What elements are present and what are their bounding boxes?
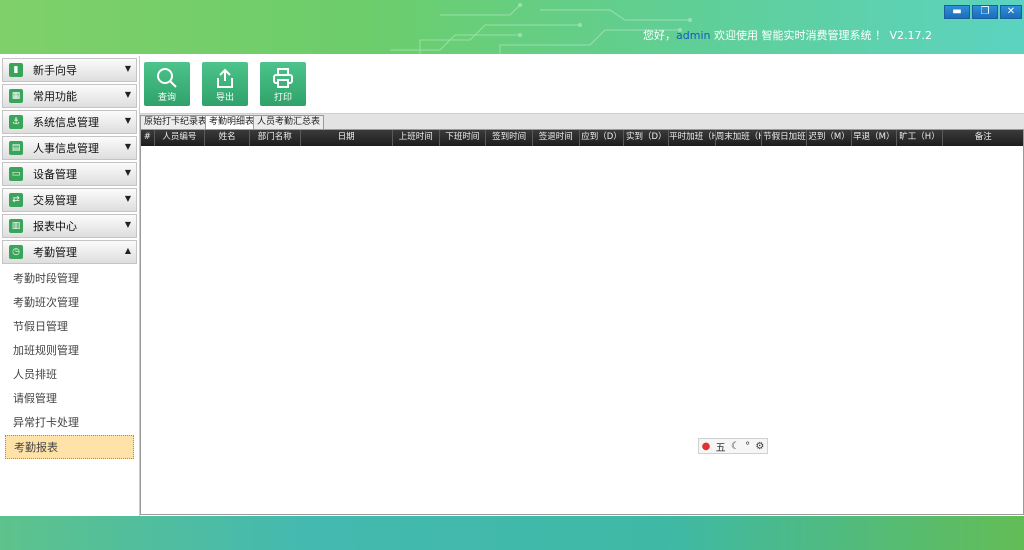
column-header[interactable]: 上班时间: [393, 130, 440, 146]
submenu-item[interactable]: 考勤班次管理: [0, 291, 139, 315]
moon-icon[interactable]: ☾: [731, 441, 740, 452]
menu-label: 报表中心: [33, 220, 77, 233]
minimize-icon: ▬: [952, 6, 962, 17]
anchor-icon: ⚓: [9, 115, 23, 129]
bar-chart-icon: ▥: [9, 219, 23, 233]
chevron-down-icon: ▼: [124, 168, 131, 177]
column-header[interactable]: 应到（D）: [580, 130, 625, 146]
menu-common-functions[interactable]: ▦ 常用功能 ▼: [2, 84, 137, 108]
menu-label: 常用功能: [33, 90, 77, 103]
menu-label: 人事信息管理: [33, 142, 99, 155]
export-label: 导出: [215, 93, 234, 103]
submenu-item[interactable]: 考勤时段管理: [0, 267, 139, 291]
clock-icon: ◷: [9, 245, 23, 259]
chevron-down-icon: ▼: [124, 142, 131, 151]
punctuation-icon[interactable]: °: [745, 441, 750, 452]
menu-attendance[interactable]: ◷ 考勤管理 ▲: [2, 240, 137, 264]
menu-personnel-info[interactable]: ▤ 人事信息管理 ▼: [2, 136, 137, 160]
attendance-detail-grid[interactable]: # 人员编号 姓名 部门名称 日期 上班时间 下班时间 签到时间 签退时间 应到…: [140, 129, 1024, 515]
column-header[interactable]: 周末加班（H: [716, 130, 763, 146]
transaction-icon: ⇄: [9, 193, 23, 207]
column-header[interactable]: 签到时间: [486, 130, 533, 146]
printer-icon: [273, 68, 293, 88]
book-icon: ▮: [9, 63, 23, 77]
tab-raw-punch-records[interactable]: 原始打卡纪录表: [140, 115, 212, 130]
welcome-text: 您好，admin 欢迎使用 智能实时消费管理系统 ！ V2.17.2: [643, 27, 932, 43]
menu-label: 系统信息管理: [33, 116, 99, 129]
restore-button[interactable]: ❐: [972, 5, 998, 19]
column-header[interactable]: 下班时间: [440, 130, 487, 146]
column-header[interactable]: 实到（D）: [624, 130, 670, 146]
menu-label: 设备管理: [33, 168, 77, 181]
menu-label: 新手向导: [33, 64, 77, 77]
submenu-item[interactable]: 异常打卡处理: [0, 411, 139, 435]
sidebar: ▮ 新手向导 ▼ ▦ 常用功能 ▼ ⚓ 系统信息管理 ▼ ▤ 人事信息管理 ▼ …: [0, 56, 140, 516]
chevron-up-icon: ▲: [124, 246, 131, 255]
column-header[interactable]: 部门名称: [250, 130, 301, 146]
column-header[interactable]: #: [141, 130, 155, 146]
chevron-down-icon: ▼: [124, 90, 131, 99]
menu-report-center[interactable]: ▥ 报表中心 ▼: [2, 214, 137, 238]
ime-mode-label[interactable]: 五: [716, 439, 726, 454]
column-header[interactable]: 旷工（H）: [897, 130, 944, 146]
grid-icon: ▦: [9, 89, 23, 103]
column-header[interactable]: 姓名: [205, 130, 250, 146]
column-header[interactable]: 平时加班（H: [669, 130, 716, 146]
ime-toolbar[interactable]: ● 五 ☾ ° ⚙: [698, 438, 768, 454]
column-header[interactable]: 签退时间: [533, 130, 580, 146]
column-header[interactable]: 人员编号: [155, 130, 206, 146]
toolbar: 查询 导出 打印: [140, 56, 1024, 112]
attendance-submenu: 考勤时段管理 考勤班次管理 节假日管理 加班规则管理 人员排班 请假管理 异常打…: [0, 267, 139, 459]
chevron-down-icon: ▼: [124, 116, 131, 125]
print-label: 打印: [273, 93, 292, 103]
welcome-suffix: 欢迎使用 智能实时消费管理系统 ！ V2.17.2: [710, 29, 932, 42]
chevron-down-icon: ▼: [124, 64, 131, 73]
tab-attendance-summary[interactable]: 人员考勤汇总表: [253, 115, 325, 130]
menu-system-info[interactable]: ⚓ 系统信息管理 ▼: [2, 110, 137, 134]
report-tabs: 原始打卡纪录表 考勤明细表 人员考勤汇总表: [140, 113, 1024, 130]
menu-label: 考勤管理: [33, 246, 77, 259]
submenu-item-active[interactable]: 考勤报表: [5, 435, 134, 459]
monitor-icon: ▭: [9, 167, 23, 181]
print-button[interactable]: 打印: [260, 62, 306, 106]
column-header[interactable]: 备注: [943, 130, 1023, 146]
export-icon: [217, 68, 233, 88]
submenu-item[interactable]: 请假管理: [0, 387, 139, 411]
welcome-prefix: 您好，: [643, 29, 677, 42]
menu-device[interactable]: ▭ 设备管理 ▼: [2, 162, 137, 186]
column-header[interactable]: 节假日加班: [762, 130, 808, 146]
query-label: 查询: [157, 93, 176, 103]
close-icon: ✕: [1006, 6, 1016, 17]
submenu-item[interactable]: 节假日管理: [0, 315, 139, 339]
submenu-item[interactable]: 人员排班: [0, 363, 139, 387]
close-button[interactable]: ✕: [1000, 5, 1022, 19]
restore-icon: ❐: [980, 6, 990, 17]
grid-header: # 人员编号 姓名 部门名称 日期 上班时间 下班时间 签到时间 签退时间 应到…: [141, 130, 1023, 146]
query-button[interactable]: 查询: [144, 62, 190, 106]
menu-guide[interactable]: ▮ 新手向导 ▼: [2, 58, 137, 82]
column-header[interactable]: 早退（M）: [852, 130, 897, 146]
current-user[interactable]: admin: [676, 29, 710, 42]
chevron-down-icon: ▼: [124, 194, 131, 203]
app-footer: [0, 516, 1024, 550]
tab-attendance-details[interactable]: 考勤明细表: [205, 115, 259, 130]
gear-icon[interactable]: ⚙: [755, 441, 764, 452]
menu-transaction[interactable]: ⇄ 交易管理 ▼: [2, 188, 137, 212]
app-header: 您好，admin 欢迎使用 智能实时消费管理系统 ！ V2.17.2 ▬ ❐ ✕: [0, 0, 1024, 54]
submenu-item[interactable]: 加班规则管理: [0, 339, 139, 363]
id-card-icon: ▤: [9, 141, 23, 155]
column-header[interactable]: 迟到（M）: [807, 130, 852, 146]
column-header[interactable]: 日期: [301, 130, 393, 146]
menu-label: 交易管理: [33, 194, 77, 207]
minimize-button[interactable]: ▬: [944, 5, 970, 19]
paw-icon[interactable]: ●: [702, 441, 711, 452]
chevron-down-icon: ▼: [124, 220, 131, 229]
search-icon: [157, 68, 177, 88]
export-button[interactable]: 导出: [202, 62, 248, 106]
